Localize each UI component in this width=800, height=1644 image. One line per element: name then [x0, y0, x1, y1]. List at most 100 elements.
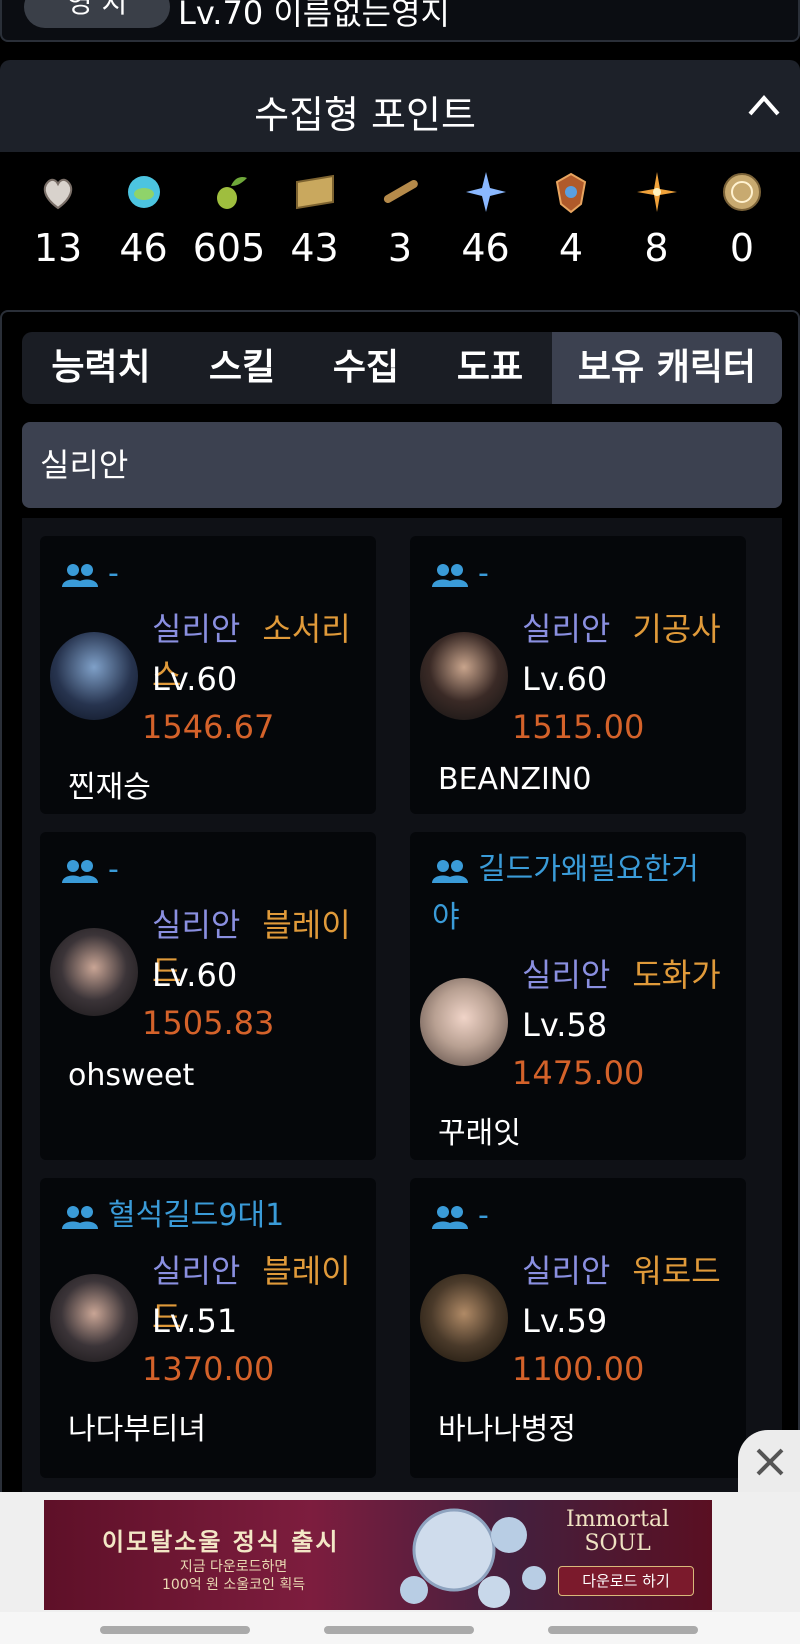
collection-point[interactable]: 43	[275, 170, 355, 290]
guild-row: -	[62, 846, 119, 894]
collection-point[interactable]: 0	[702, 170, 782, 290]
avatar	[420, 632, 508, 720]
avatar	[50, 632, 138, 720]
server-name: 실리안	[152, 1252, 241, 1290]
ad-brand: Immortal SOUL	[566, 1508, 669, 1556]
collection-point[interactable]: 8	[617, 170, 697, 290]
collection-point-value: 605	[192, 226, 266, 270]
character-level: Lv.60	[522, 660, 608, 698]
nav-back[interactable]	[100, 1626, 250, 1634]
collection-point[interactable]: 605	[189, 170, 269, 290]
group-icon	[432, 1205, 468, 1229]
profile-panel: 능력치 스킬 수집 도표 보유 캐릭터 실리안 - 실리안 소서리스 Lv.60 …	[0, 310, 800, 1644]
collection-point-value: 4	[558, 226, 584, 270]
map-icon	[295, 174, 334, 210]
collection-point-value: 43	[290, 226, 339, 270]
character-name: 바나나병정	[438, 1412, 576, 1447]
character-level: Lv.59	[522, 1302, 608, 1340]
guild-name: 혈석길드9대1	[108, 1198, 285, 1233]
tab-chart[interactable]: 도표	[428, 332, 552, 404]
character-name: 찐재승	[68, 770, 151, 805]
server-filter-select[interactable]: 실리안	[22, 422, 782, 508]
coin-icon	[723, 173, 761, 211]
territory-text: Lv.70 이름없는영지	[178, 0, 450, 32]
server-name: 실리안	[152, 610, 241, 648]
collection-point[interactable]: 46	[104, 170, 184, 290]
ad-title: 이모탈소울 정식 출시	[102, 1528, 340, 1556]
guild-row: -	[432, 550, 489, 598]
guild-row: 혈석길드9대1	[62, 1192, 284, 1240]
system-nav-bar	[0, 1612, 800, 1644]
collection-header[interactable]: 수집형 포인트	[0, 60, 800, 152]
collection-point-value: 8	[644, 226, 669, 270]
island-icon	[127, 176, 160, 208]
collection-point[interactable]: 46	[446, 170, 526, 290]
telescope-icon	[383, 180, 418, 203]
nav-home[interactable]	[324, 1626, 474, 1634]
ad-close-button[interactable]	[738, 1430, 800, 1492]
collection-point-value: 0	[729, 226, 755, 270]
character-card[interactable]: - 실리안 기공사 Lv.60 1515.00 BEANZIN0	[410, 536, 746, 814]
collection-point[interactable]: 13	[18, 170, 98, 290]
collection-point[interactable]: 4	[531, 170, 611, 290]
collection-point-value: 13	[33, 226, 83, 270]
chevron-up-icon[interactable]	[746, 90, 782, 120]
server-name: 실리안	[522, 956, 611, 994]
character-card[interactable]: 혈석길드9대1 실리안 블레이드 Lv.51 1370.00 나다부티녀	[40, 1178, 376, 1478]
class-name: 기공사	[632, 610, 721, 648]
class-name: 도화가	[632, 956, 721, 994]
ad-banner[interactable]: 이모탈소울 정식 출시 지금 다운로드하면 100억 원 소울코인 획득 Imm…	[44, 1500, 712, 1610]
character-card[interactable]: - 실리안 블레이드 Lv.60 1505.83 ohsweet	[40, 832, 376, 1160]
item-level: 1515.00	[512, 708, 645, 746]
server-name: 실리안	[522, 1252, 611, 1290]
tab-collection[interactable]: 수집	[304, 332, 428, 404]
collection-point-value: 3	[387, 226, 413, 270]
character-name: 나다부티녀	[68, 1412, 206, 1447]
guild-name: -	[108, 852, 119, 887]
tab-owned-characters[interactable]: 보유 캐릭터	[552, 332, 782, 404]
guild-row: -	[432, 1192, 489, 1240]
nav-recents[interactable]	[548, 1626, 698, 1634]
ad-subtitle-line: 100억 원 소울코인 획득	[162, 1577, 306, 1593]
ad-brand-line: SOUL	[584, 1531, 651, 1556]
guild-name: -	[478, 556, 489, 591]
avatar	[420, 1274, 508, 1362]
item-level: 1100.00	[512, 1350, 645, 1388]
group-icon	[62, 1205, 98, 1229]
character-card[interactable]: - 실리안 워로드 Lv.59 1100.00 바나나병정	[410, 1178, 746, 1478]
tab-stats[interactable]: 능력치	[22, 332, 180, 404]
group-icon	[432, 859, 468, 883]
character-name: BEANZIN0	[438, 762, 592, 797]
character-level: Lv.60	[152, 660, 238, 698]
ad-download-button[interactable]: 다운로드 하기	[558, 1566, 694, 1596]
guild-name: -	[478, 1198, 489, 1233]
collection-point-value: 46	[119, 226, 168, 270]
collection-title: 수집형 포인트	[254, 93, 476, 137]
group-icon	[62, 563, 98, 587]
character-card[interactable]: - 실리안 소서리스 Lv.60 1546.67 찐재승	[40, 536, 376, 814]
group-icon	[432, 563, 468, 587]
avatar	[50, 928, 138, 1016]
heart-icon	[43, 178, 73, 210]
item-level: 1546.67	[142, 708, 275, 746]
ad-subtitle-line: 지금 다운로드하면	[179, 1559, 288, 1575]
collection-point[interactable]: 3	[360, 170, 440, 290]
medal-icon	[555, 172, 587, 214]
guild-name: 길드가왜필요한거 야	[432, 852, 699, 935]
guild-row: -	[62, 550, 119, 598]
server-name: 실리안	[152, 906, 241, 944]
character-name: 꾸래잇	[438, 1116, 521, 1151]
group-icon	[62, 859, 98, 883]
guild-name: -	[108, 556, 119, 591]
coin-pile-icon	[400, 1508, 546, 1608]
ad-subtitle: 지금 다운로드하면 100억 원 소울코인 획득	[162, 1558, 305, 1594]
compass-star-icon	[636, 172, 677, 212]
tab-skills[interactable]: 스킬	[180, 332, 304, 404]
profile-strip: 영 지 Lv.70 이름없는영지	[0, 0, 800, 42]
item-level: 1475.00	[512, 1054, 645, 1092]
character-card[interactable]: 길드가왜필요한거 야 실리안 도화가 Lv.58 1475.00 꾸래잇	[410, 832, 746, 1160]
item-level: 1505.83	[142, 1004, 275, 1042]
character-level: Lv.51	[152, 1302, 238, 1340]
close-icon[interactable]	[738, 1430, 800, 1492]
collection-point-value: 46	[461, 226, 510, 270]
